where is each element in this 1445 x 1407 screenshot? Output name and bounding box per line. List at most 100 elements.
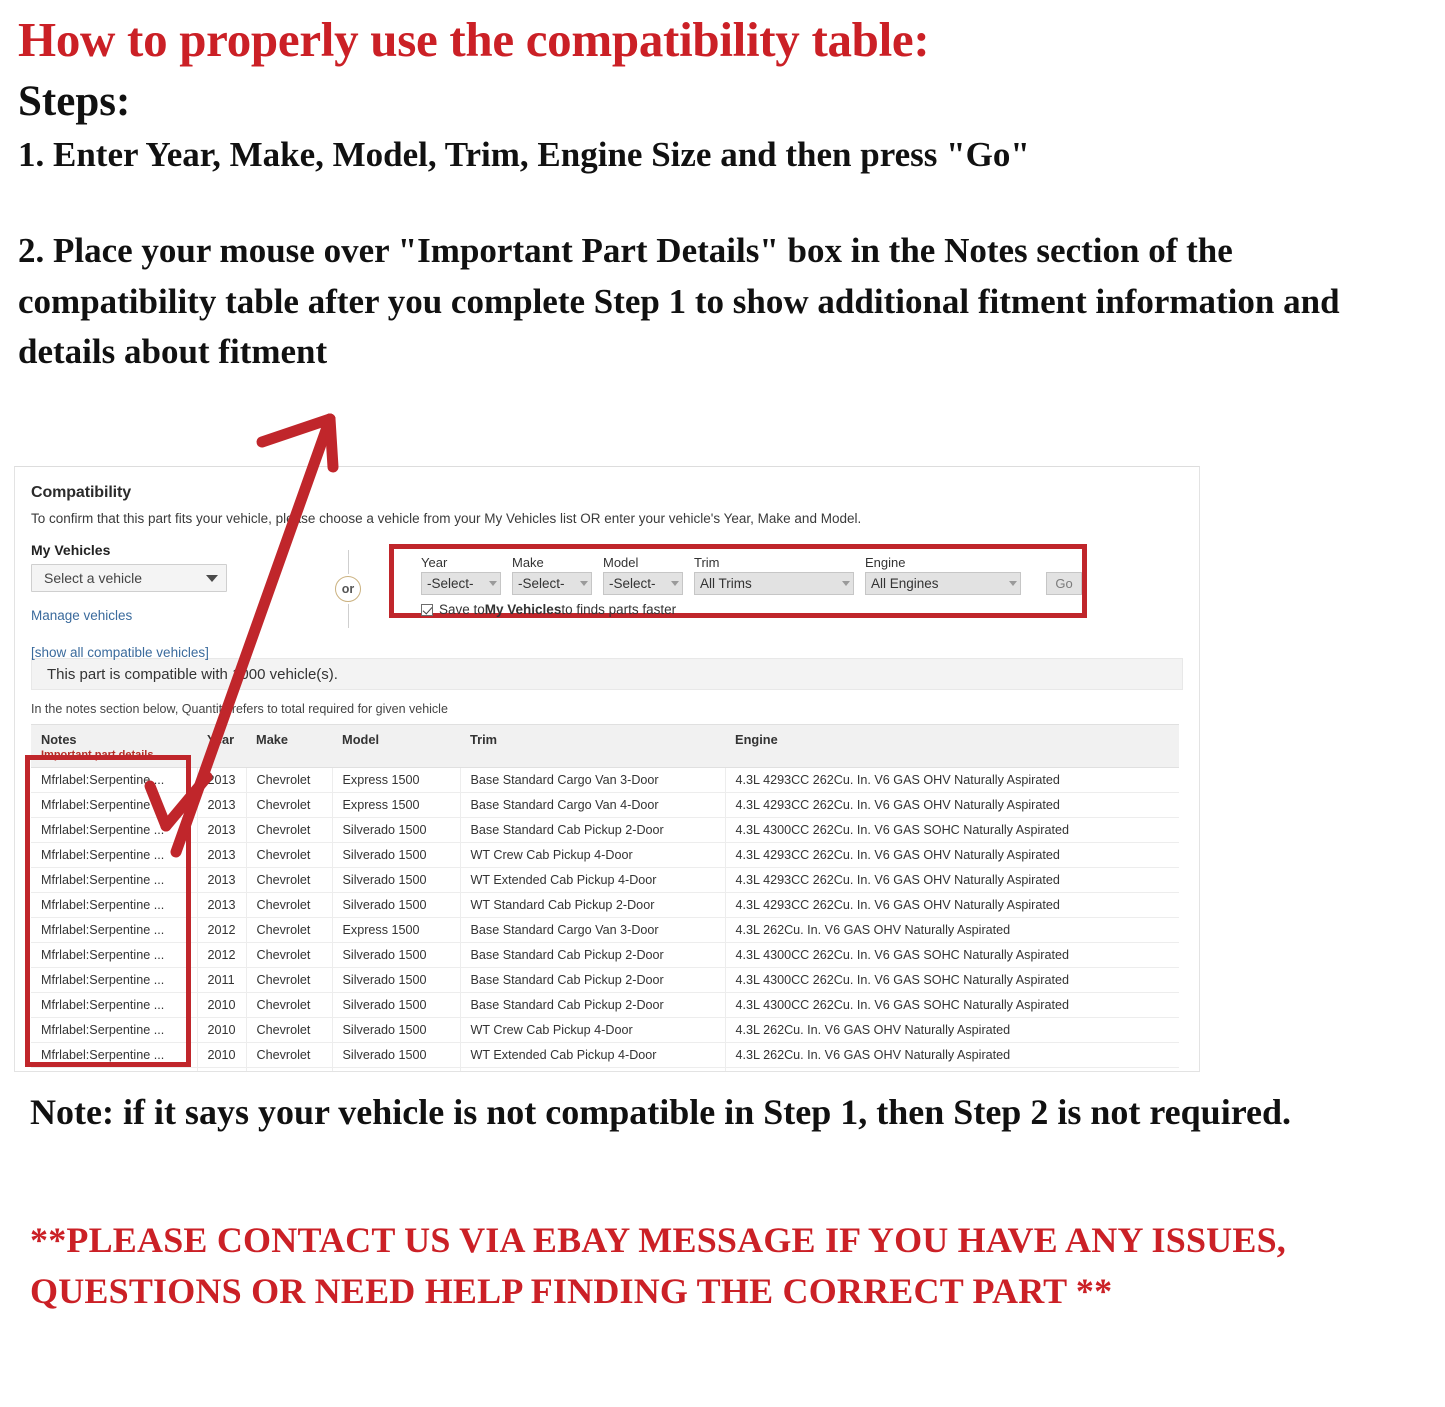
cell-model: Silverado 1500 [332,967,461,993]
compatibility-heading: Compatibility [31,484,132,501]
cell-model: Silverado 1500 [332,817,461,843]
cell-notes: Mfrlabel:Serpentine ... [31,992,198,1018]
cell-model: Express 1500 [332,792,461,818]
table-row[interactable]: Mfrlabel:Serpentine ... 2012 Chevrolet Expr… [31,917,1179,943]
compatibility-panel: Compatibility To confirm that this part … [14,466,1200,1072]
make-field-group: Make -Select- [512,555,592,595]
table-row[interactable]: Mfrlabel:Serpentine ... 2013 Chevrolet Silv… [31,892,1179,918]
cell-make: Chevrolet [246,942,333,968]
cell-model: Silverado 1500 [332,1067,461,1071]
cell-trim: Base Standard Cargo Van 3-Door [460,767,726,793]
make-select[interactable]: -Select- [512,572,592,595]
or-badge: or [335,576,361,602]
table-row[interactable]: Mfrlabel:Serpentine ...2010ChevroletSilv… [31,992,1179,1018]
compatibility-table: Notes Important part details Year Make M… [31,724,1179,1071]
table-row[interactable]: Mfrlabel:Serpentine ... 2013 Chevrolet Silv… [31,842,1179,868]
cell-engine: 4.3L 4300CC 262Cu. In. V6 GAS SOHC Natur… [725,817,1179,843]
go-button[interactable]: Go [1046,572,1082,595]
vehicle-finder-row: My Vehicles Select a vehicle Manage vehi… [31,542,1183,660]
year-select[interactable]: -Select- [421,572,501,595]
chevron-down-icon [671,581,679,586]
column-header-make[interactable]: Make [246,724,333,768]
manage-vehicles-link[interactable]: Manage vehicles [31,608,281,623]
cell-trim: Base Standard Cab Pickup 2-Door [460,992,726,1018]
cell-engine: 4.3L 262Cu. In. V6 GAS OHV Naturally Asp… [725,1042,1179,1068]
cell-notes: Mfrlabel:Serpentine ... [31,842,198,868]
cell-year: 2012 [197,917,247,943]
year-select-value: -Select- [427,576,474,591]
compatibility-table-body: Mfrlabel:Serpentine ... 2013 Chevrolet Expr… [31,767,1179,1071]
cell-notes: Mfrlabel:Serpentine ... [31,767,198,793]
engine-select[interactable]: All Engines [865,572,1021,595]
cell-model: Silverado 1500 [332,867,461,893]
column-header-notes[interactable]: Notes Important part details [31,724,197,768]
model-label: Model [603,555,639,570]
cell-engine: 4.3L 262Cu. In. V6 GAS OHV Naturally Asp… [725,917,1179,943]
compatibility-result-banner: This part is compatible with 1000 vehicl… [31,658,1183,690]
chevron-down-icon [580,581,588,586]
or-divider: or [328,550,368,634]
cell-engine: 4.3L 262Cu. In. V6 GAS OHV Naturally Asp… [725,1017,1179,1043]
trim-select[interactable]: All Trims [694,572,854,595]
cell-year: 2010 [197,1067,247,1071]
show-all-compatible-vehicles-link[interactable]: [show all compatible vehicles] [31,645,281,660]
cell-model: Silverado 1500 [332,1042,461,1068]
save-to-my-vehicles-row[interactable]: Save to My Vehicles to finds parts faste… [421,602,1082,617]
table-row[interactable]: Mfrlabel:Serpentine ... 2013 Chevrolet Expr… [31,792,1179,818]
cell-notes: Mfrlabel:Serpentine ... [31,1017,198,1043]
save-prefix-text: Save to [439,602,485,617]
column-header-notes-label: Notes [41,732,77,747]
my-vehicles-section: My Vehicles Select a vehicle Manage vehi… [31,542,281,660]
column-header-year[interactable]: Year [197,724,247,768]
cell-engine: 4.3L 4300CC 262Cu. In. V6 GAS SOHC Natur… [725,942,1179,968]
notes-quantity-hint: In the notes section below, Quantity ref… [31,702,448,716]
my-vehicles-label: My Vehicles [31,542,111,558]
table-row[interactable]: Mfrlabel:Serpentine ...2010ChevroletSilv… [31,1067,1179,1071]
table-row[interactable]: Mfrlabel:Serpentine ...2010ChevroletSilv… [31,1042,1179,1068]
save-to-my-vehicles-checkbox[interactable] [421,603,433,616]
important-part-details-label[interactable]: Important part details [41,749,187,761]
cell-model: Silverado 1500 [332,1017,461,1043]
cell-notes: Mfrlabel:Serpentine ... [31,967,198,993]
cell-year: 2013 [197,892,247,918]
cell-model: Silverado 1500 [332,892,461,918]
cell-trim: Base Standard Cab Pickup 2-Door [460,967,726,993]
or-line-top [347,550,349,574]
cell-year: 2010 [197,992,247,1018]
cell-year: 2010 [197,1042,247,1068]
column-header-model[interactable]: Model [332,724,461,768]
cell-engine: 4.3L 4293CC 262Cu. In. V6 GAS OHV Natura… [725,892,1179,918]
cell-make: Chevrolet [246,992,333,1018]
cell-notes: Mfrlabel:Serpentine ... [31,942,198,968]
cell-model: Express 1500 [332,917,461,943]
cell-make: Chevrolet [246,867,333,893]
engine-label: Engine [865,555,906,570]
table-row[interactable]: Mfrlabel:Serpentine ...2010ChevroletSilv… [31,1017,1179,1043]
chevron-down-icon [1009,581,1017,586]
cell-trim: Base Standard Cargo Van 3-Door [460,917,726,943]
cell-engine: 4.3L 4300CC 262Cu. In. V6 GAS SOHC Natur… [725,992,1179,1018]
cell-make: Chevrolet [246,842,333,868]
table-row[interactable]: Mfrlabel:Serpentine ... 2013 Chevrolet Silv… [31,867,1179,893]
table-row[interactable]: Mfrlabel:Serpentine ... 2012 Chevrolet Silv… [31,942,1179,968]
column-header-trim[interactable]: Trim [460,724,726,768]
steps-label: Steps: [18,77,131,125]
column-header-engine[interactable]: Engine [725,724,1179,768]
cell-notes: Mfrlabel:Serpentine ... [31,792,198,818]
cell-year: 2013 [197,792,247,818]
chevron-down-icon [206,574,218,582]
cell-model: Express 1500 [332,767,461,793]
engine-select-value: All Engines [871,576,939,591]
trim-select-value: All Trims [700,576,752,591]
table-row[interactable]: Mfrlabel:Serpentine ... 2011 Chevrolet Silv… [31,967,1179,993]
vehicle-finder-highlight-box: Year -Select- Make -Select- Model -Selec… [389,544,1087,618]
cell-engine: 4.3L 4293CC 262Cu. In. V6 GAS OHV Natura… [725,842,1179,868]
year-label: Year [421,555,448,570]
model-select[interactable]: -Select- [603,572,683,595]
table-row[interactable]: Mfrlabel:Serpentine ... 2013 Chevrolet Expr… [31,767,1179,793]
my-vehicles-select[interactable]: Select a vehicle [31,564,227,592]
table-row[interactable]: Mfrlabel:Serpentine ... 2013 Chevrolet Silv… [31,817,1179,843]
cell-trim: Base Standard Cab Pickup 2-Door [460,817,726,843]
cell-year: 2013 [197,817,247,843]
cell-make: Chevrolet [246,1067,333,1071]
